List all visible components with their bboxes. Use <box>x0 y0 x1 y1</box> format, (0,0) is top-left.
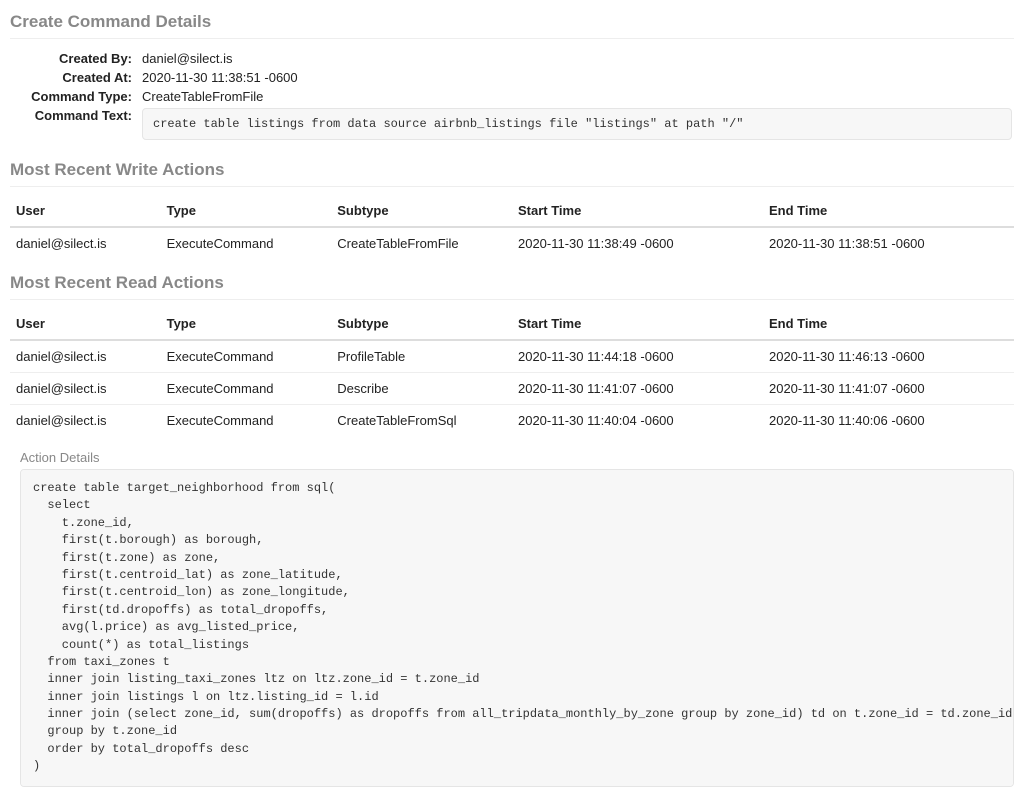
read-header-start: Start Time <box>512 308 763 340</box>
write-header-end: End Time <box>763 195 1014 227</box>
cell-end: 2020-11-30 11:38:51 -0600 <box>763 227 1014 259</box>
cell-end: 2020-11-30 11:41:07 -0600 <box>763 373 1014 405</box>
cell-type: ExecuteCommand <box>161 373 332 405</box>
table-row[interactable]: daniel@silect.is ExecuteCommand Describe… <box>10 373 1014 405</box>
write-header-type: Type <box>161 195 332 227</box>
read-header-subtype: Subtype <box>331 308 512 340</box>
cell-start: 2020-11-30 11:40:04 -0600 <box>512 405 763 437</box>
write-header-user: User <box>10 195 161 227</box>
cell-subtype: CreateTableFromSql <box>331 405 512 437</box>
read-actions-table: User Type Subtype Start Time End Time da… <box>10 308 1014 436</box>
read-header-end: End Time <box>763 308 1014 340</box>
created-by-label: Created By: <box>10 49 140 68</box>
action-details-label: Action Details <box>20 450 1014 465</box>
command-text-label: Command Text: <box>10 106 140 142</box>
write-header-subtype: Subtype <box>331 195 512 227</box>
write-header-start: Start Time <box>512 195 763 227</box>
read-header-user: User <box>10 308 161 340</box>
table-row[interactable]: daniel@silect.is ExecuteCommand ProfileT… <box>10 340 1014 373</box>
table-row[interactable]: daniel@silect.is ExecuteCommand CreateTa… <box>10 227 1014 259</box>
command-type-label: Command Type: <box>10 87 140 106</box>
created-at-label: Created At: <box>10 68 140 87</box>
cell-start: 2020-11-30 11:44:18 -0600 <box>512 340 763 373</box>
cell-user: daniel@silect.is <box>10 373 161 405</box>
cell-end: 2020-11-30 11:40:06 -0600 <box>763 405 1014 437</box>
table-row[interactable]: daniel@silect.is ExecuteCommand CreateTa… <box>10 405 1014 437</box>
command-text-code: create table listings from data source a… <box>142 108 1012 140</box>
cell-user: daniel@silect.is <box>10 405 161 437</box>
command-details-block: Created By: daniel@silect.is Created At:… <box>10 49 1012 142</box>
cell-subtype: CreateTableFromFile <box>331 227 512 259</box>
cell-type: ExecuteCommand <box>161 340 332 373</box>
cell-type: ExecuteCommand <box>161 227 332 259</box>
created-by-value: daniel@silect.is <box>140 49 1012 68</box>
read-header-type: Type <box>161 308 332 340</box>
create-command-details-heading: Create Command Details <box>10 12 1014 39</box>
cell-type: ExecuteCommand <box>161 405 332 437</box>
cell-start: 2020-11-30 11:41:07 -0600 <box>512 373 763 405</box>
created-at-value: 2020-11-30 11:38:51 -0600 <box>140 68 1012 87</box>
cell-subtype: ProfileTable <box>331 340 512 373</box>
read-actions-heading: Most Recent Read Actions <box>10 273 1014 300</box>
cell-user: daniel@silect.is <box>10 340 161 373</box>
action-details-section: Action Details create table target_neigh… <box>20 450 1014 787</box>
cell-user: daniel@silect.is <box>10 227 161 259</box>
cell-subtype: Describe <box>331 373 512 405</box>
cell-end: 2020-11-30 11:46:13 -0600 <box>763 340 1014 373</box>
cell-start: 2020-11-30 11:38:49 -0600 <box>512 227 763 259</box>
action-details-sql: create table target_neighborhood from sq… <box>20 469 1014 787</box>
write-actions-heading: Most Recent Write Actions <box>10 160 1014 187</box>
command-type-value: CreateTableFromFile <box>140 87 1012 106</box>
write-actions-table: User Type Subtype Start Time End Time da… <box>10 195 1014 259</box>
